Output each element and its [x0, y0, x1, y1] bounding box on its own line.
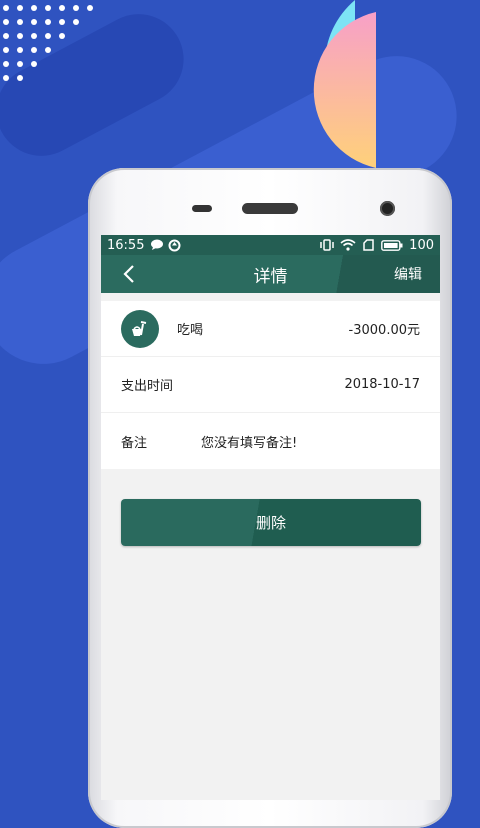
battery-icon: [381, 239, 403, 251]
vibrate-icon: [320, 239, 334, 251]
page-title: 详情: [253, 266, 288, 287]
detail-card: 吃喝 -3000.00元 支出时间 2018-10-17 备注 您没有填写备注!: [101, 301, 440, 469]
note-label: 备注: [121, 435, 148, 451]
food-drink-icon: [121, 309, 159, 348]
earpiece-speaker: [242, 203, 298, 214]
sim-icon: [363, 239, 374, 251]
wifi-icon: [340, 239, 356, 251]
time-value: 2018-10-17: [344, 377, 420, 392]
status-bar: 16:55 100: [101, 235, 440, 255]
delete-button[interactable]: 删除: [121, 499, 421, 546]
note-row: 备注 您没有填写备注!: [101, 413, 440, 469]
category-label: 吃喝: [177, 323, 204, 338]
category-row: 吃喝 -3000.00元: [101, 301, 440, 357]
title-bar: 详情 编辑: [101, 255, 440, 293]
battery-level: 100: [409, 237, 434, 253]
decorative-circles: [313, 0, 376, 168]
message-icon: [151, 239, 164, 250]
edit-button[interactable]: 编辑: [394, 264, 422, 284]
proximity-sensor: [192, 205, 212, 212]
app-screen: 16:55 100 详情 编辑 吃喝 -3000.00元 支出时间 2018-1…: [101, 235, 440, 800]
amount-value: -3000.00元: [348, 323, 420, 338]
note-value: 您没有填写备注!: [201, 435, 298, 451]
front-camera: [380, 201, 395, 216]
status-time: 16:55: [107, 237, 145, 253]
time-label: 支出时间: [121, 379, 174, 394]
status-icons: 100: [320, 238, 434, 253]
dot-pattern: [3, 5, 93, 81]
sync-icon: [168, 239, 181, 251]
time-row: 支出时间 2018-10-17: [101, 357, 440, 413]
